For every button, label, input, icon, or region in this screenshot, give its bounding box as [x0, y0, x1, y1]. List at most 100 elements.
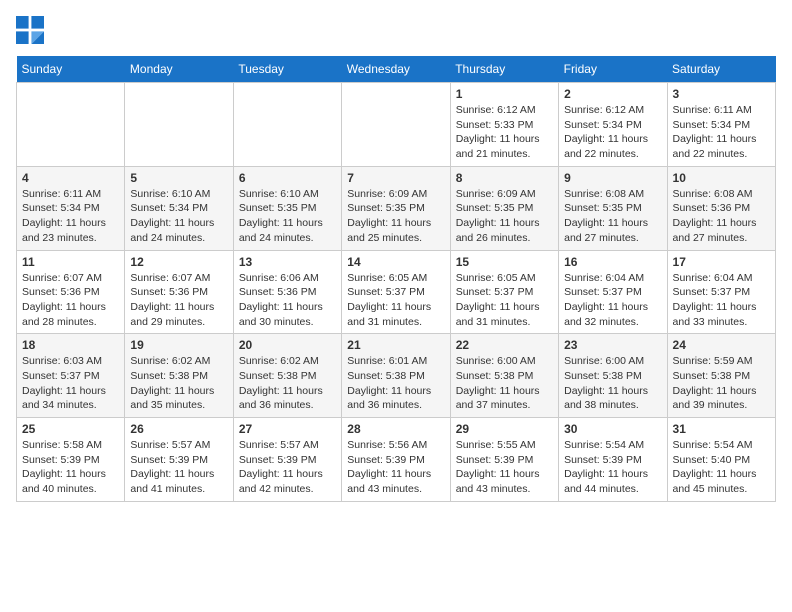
day-cell	[233, 83, 341, 167]
col-header-sunday: Sunday	[17, 56, 125, 83]
calendar-table: SundayMondayTuesdayWednesdayThursdayFrid…	[16, 56, 776, 502]
page-header	[16, 16, 776, 44]
day-cell: 3Sunrise: 6:11 AMSunset: 5:34 PMDaylight…	[667, 83, 775, 167]
day-cell: 29Sunrise: 5:55 AMSunset: 5:39 PMDayligh…	[450, 418, 558, 502]
week-row-1: 1Sunrise: 6:12 AMSunset: 5:33 PMDaylight…	[17, 83, 776, 167]
day-number: 4	[22, 171, 119, 185]
col-header-wednesday: Wednesday	[342, 56, 450, 83]
day-number: 13	[239, 255, 336, 269]
day-number: 27	[239, 422, 336, 436]
day-cell: 1Sunrise: 6:12 AMSunset: 5:33 PMDaylight…	[450, 83, 558, 167]
day-number: 14	[347, 255, 444, 269]
day-info: Sunrise: 6:10 AMSunset: 5:34 PMDaylight:…	[130, 187, 227, 246]
day-number: 12	[130, 255, 227, 269]
day-info: Sunrise: 6:04 AMSunset: 5:37 PMDaylight:…	[564, 271, 661, 330]
day-number: 19	[130, 338, 227, 352]
day-number: 22	[456, 338, 553, 352]
day-cell: 23 Sunrise: 6:00 AMSunset: 5:38 PMDayligh…	[559, 334, 667, 418]
day-number: 9	[564, 171, 661, 185]
day-cell	[125, 83, 233, 167]
day-number: 28	[347, 422, 444, 436]
day-info: Sunrise: 6:04 AMSunset: 5:37 PMDaylight:…	[673, 271, 770, 330]
day-cell	[342, 83, 450, 167]
day-number: 8	[456, 171, 553, 185]
week-row-4: 18 Sunrise: 6:03 AMSunset: 5:37 PMDayligh…	[17, 334, 776, 418]
day-info: Sunrise: 6:09 AMSunset: 5:35 PMDaylight:…	[347, 187, 444, 246]
day-cell: 4 Sunrise: 6:11 AMSunset: 5:34 PMDaylight…	[17, 166, 125, 250]
day-info: Sunrise: 6:06 AMSunset: 5:36 PMDaylight:…	[239, 271, 336, 330]
day-number: 6	[239, 171, 336, 185]
day-cell: 25 Sunrise: 5:58 AMSunset: 5:39 PMDayligh…	[17, 418, 125, 502]
day-number: 25	[22, 422, 119, 436]
day-number: 26	[130, 422, 227, 436]
day-info: Sunrise: 5:59 AMSunset: 5:38 PMDaylight:…	[673, 354, 770, 413]
day-number: 11	[22, 255, 119, 269]
day-number: 23	[564, 338, 661, 352]
week-row-3: 11 Sunrise: 6:07 AMSunset: 5:36 PMDayligh…	[17, 250, 776, 334]
day-cell: 30Sunrise: 5:54 AMSunset: 5:39 PMDayligh…	[559, 418, 667, 502]
col-header-monday: Monday	[125, 56, 233, 83]
logo	[16, 16, 48, 44]
day-number: 15	[456, 255, 553, 269]
day-info: Sunrise: 6:05 AMSunset: 5:37 PMDaylight:…	[456, 271, 553, 330]
day-cell: 13 Sunrise: 6:06 AMSunset: 5:36 PMDayligh…	[233, 250, 341, 334]
week-row-2: 4 Sunrise: 6:11 AMSunset: 5:34 PMDaylight…	[17, 166, 776, 250]
day-cell: 11Sunrise: 6:07 AMSunset: 5:36 PMDayligh…	[17, 250, 125, 334]
day-cell: 7 Sunrise: 6:09 AMSunset: 5:35 PMDaylight…	[342, 166, 450, 250]
day-cell: 15 Sunrise: 6:05 AMSunset: 5:37 PMDayligh…	[450, 250, 558, 334]
day-number: 10	[673, 171, 770, 185]
day-number: 2	[564, 87, 661, 101]
day-info: Sunrise: 6:03 AMSunset: 5:37 PMDaylight:…	[22, 354, 119, 413]
day-cell: 17 Sunrise: 6:04 AMSunset: 5:37 PMDayligh…	[667, 250, 775, 334]
day-info: Sunrise: 6:12 AMSunset: 5:33 PMDaylight:…	[456, 103, 553, 162]
day-number: 20	[239, 338, 336, 352]
col-header-thursday: Thursday	[450, 56, 558, 83]
day-number: 21	[347, 338, 444, 352]
day-info: Sunrise: 5:56 AMSunset: 5:39 PMDaylight:…	[347, 438, 444, 497]
col-header-saturday: Saturday	[667, 56, 775, 83]
day-info: Sunrise: 6:12 AMSunset: 5:34 PMDaylight:…	[564, 103, 661, 162]
day-cell: 27 Sunrise: 5:57 AMSunset: 5:39 PMDayligh…	[233, 418, 341, 502]
day-cell: 31Sunrise: 5:54 AMSunset: 5:40 PMDayligh…	[667, 418, 775, 502]
day-info: Sunrise: 6:00 AMSunset: 5:38 PMDaylight:…	[564, 354, 661, 413]
day-cell	[17, 83, 125, 167]
day-number: 18	[22, 338, 119, 352]
day-info: Sunrise: 6:08 AMSunset: 5:36 PMDaylight:…	[673, 187, 770, 246]
day-info: Sunrise: 5:58 AMSunset: 5:39 PMDaylight:…	[22, 438, 119, 497]
logo-icon	[16, 16, 44, 44]
day-cell: 2 Sunrise: 6:12 AMSunset: 5:34 PMDaylight…	[559, 83, 667, 167]
day-cell: 14Sunrise: 6:05 AMSunset: 5:37 PMDayligh…	[342, 250, 450, 334]
day-cell: 16 Sunrise: 6:04 AMSunset: 5:37 PMDayligh…	[559, 250, 667, 334]
day-info: Sunrise: 5:54 AMSunset: 5:40 PMDaylight:…	[673, 438, 770, 497]
day-info: Sunrise: 5:57 AMSunset: 5:39 PMDaylight:…	[130, 438, 227, 497]
day-info: Sunrise: 5:57 AMSunset: 5:39 PMDaylight:…	[239, 438, 336, 497]
day-cell: 26 Sunrise: 5:57 AMSunset: 5:39 PMDayligh…	[125, 418, 233, 502]
col-header-tuesday: Tuesday	[233, 56, 341, 83]
day-info: Sunrise: 6:11 AMSunset: 5:34 PMDaylight:…	[22, 187, 119, 246]
day-info: Sunrise: 6:02 AMSunset: 5:38 PMDaylight:…	[130, 354, 227, 413]
day-cell: 9 Sunrise: 6:08 AMSunset: 5:35 PMDaylight…	[559, 166, 667, 250]
day-cell: 10 Sunrise: 6:08 AMSunset: 5:36 PMDayligh…	[667, 166, 775, 250]
day-info: Sunrise: 6:08 AMSunset: 5:35 PMDaylight:…	[564, 187, 661, 246]
day-number: 7	[347, 171, 444, 185]
day-cell: 24 Sunrise: 5:59 AMSunset: 5:38 PMDayligh…	[667, 334, 775, 418]
day-number: 17	[673, 255, 770, 269]
day-number: 16	[564, 255, 661, 269]
day-number: 5	[130, 171, 227, 185]
header-row: SundayMondayTuesdayWednesdayThursdayFrid…	[17, 56, 776, 83]
day-info: Sunrise: 6:00 AMSunset: 5:38 PMDaylight:…	[456, 354, 553, 413]
day-cell: 22 Sunrise: 6:00 AMSunset: 5:38 PMDayligh…	[450, 334, 558, 418]
day-info: Sunrise: 6:09 AMSunset: 5:35 PMDaylight:…	[456, 187, 553, 246]
day-cell: 20Sunrise: 6:02 AMSunset: 5:38 PMDayligh…	[233, 334, 341, 418]
day-info: Sunrise: 6:01 AMSunset: 5:38 PMDaylight:…	[347, 354, 444, 413]
day-cell: 19 Sunrise: 6:02 AMSunset: 5:38 PMDayligh…	[125, 334, 233, 418]
day-info: Sunrise: 6:11 AMSunset: 5:34 PMDaylight:…	[673, 103, 770, 162]
day-cell: 6Sunrise: 6:10 AMSunset: 5:35 PMDaylight…	[233, 166, 341, 250]
day-number: 29	[456, 422, 553, 436]
day-cell: 28 Sunrise: 5:56 AMSunset: 5:39 PMDayligh…	[342, 418, 450, 502]
day-cell: 21 Sunrise: 6:01 AMSunset: 5:38 PMDayligh…	[342, 334, 450, 418]
day-number: 30	[564, 422, 661, 436]
day-number: 24	[673, 338, 770, 352]
day-cell: 12 Sunrise: 6:07 AMSunset: 5:36 PMDayligh…	[125, 250, 233, 334]
day-info: Sunrise: 6:07 AMSunset: 5:36 PMDaylight:…	[130, 271, 227, 330]
